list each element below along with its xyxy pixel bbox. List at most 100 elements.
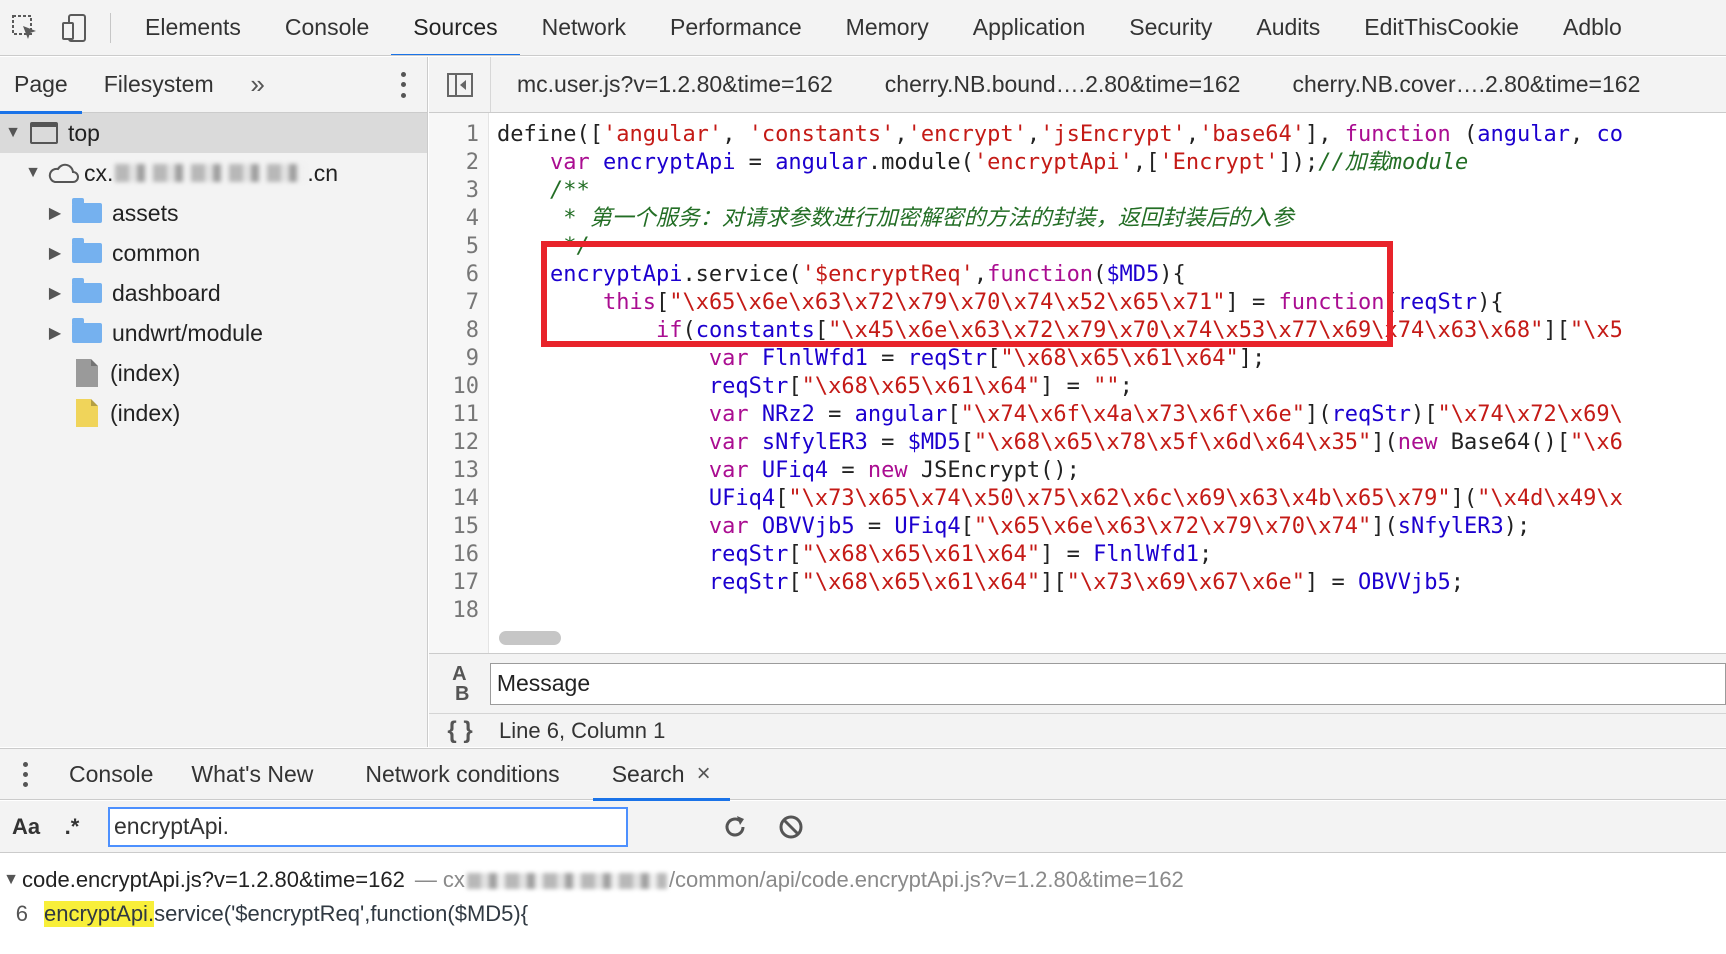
tab-console[interactable]: Console bbox=[263, 0, 391, 55]
folder-icon bbox=[72, 238, 102, 263]
editor-tab[interactable]: cherry.NB.bound….2.80&time=162 bbox=[859, 57, 1267, 112]
code-line: 12 var sNfylER3 = $MD5["\x68\x65\x78\x5f… bbox=[429, 429, 1623, 457]
tab-audits[interactable]: Audits bbox=[1234, 0, 1342, 55]
line-number: 14 bbox=[452, 486, 480, 511]
line-number: 6 bbox=[465, 262, 479, 287]
editor-status-bar: { } Line 6, Column 1 bbox=[429, 713, 1726, 747]
tree-item-folder[interactable]: ▶ common bbox=[0, 233, 427, 273]
tree-item-folder[interactable]: ▶ undwrt/module bbox=[0, 313, 427, 353]
tab-memory[interactable]: Memory bbox=[824, 0, 951, 55]
tree-item-label: assets bbox=[112, 199, 179, 226]
tab-performance[interactable]: Performance bbox=[648, 0, 824, 55]
result-line-number: 6 bbox=[15, 901, 28, 926]
code-line: 2 var encryptApi = angular.module('encry… bbox=[429, 149, 1469, 177]
more-tabs-icon[interactable]: » bbox=[238, 69, 278, 100]
refresh-icon[interactable] bbox=[720, 812, 750, 842]
folder-icon bbox=[72, 198, 102, 223]
tree-item-label: (index) bbox=[110, 399, 181, 426]
tab-network[interactable]: Network bbox=[520, 0, 648, 55]
result-file-path: — cx/common/api/code.encryptApi.js?v=1.2… bbox=[414, 867, 1184, 892]
annotation-highlight-box bbox=[541, 241, 1393, 347]
tab-page[interactable]: Page bbox=[0, 57, 82, 114]
tree-item-label: dashboard bbox=[112, 279, 221, 306]
editor-tab[interactable]: mc.user.js?v=1.2.80&time=162 bbox=[491, 57, 859, 112]
drawer-menu-icon[interactable] bbox=[0, 748, 50, 800]
tab-editthiscookie[interactable]: EditThisCookie bbox=[1342, 0, 1541, 55]
tree-item-label: (index) bbox=[110, 359, 181, 386]
tab-security[interactable]: Security bbox=[1107, 0, 1234, 55]
result-match-row[interactable]: 6 encryptApi. service('$encryptReq',func… bbox=[0, 894, 1726, 934]
tree-item-folder[interactable]: ▶ assets bbox=[0, 193, 427, 233]
result-file-row[interactable]: ▼ code.encryptApi.js?v=1.2.80&time=162 —… bbox=[0, 854, 1726, 894]
tree-item-domain[interactable]: ▼ cx. .cn bbox=[0, 153, 427, 193]
pretty-print-icon[interactable]: { } bbox=[429, 717, 491, 745]
document-file-icon bbox=[76, 359, 98, 387]
tree-item-label: top bbox=[68, 119, 100, 146]
expand-triangle-icon[interactable]: ▼ bbox=[0, 871, 22, 889]
line-number: 9 bbox=[465, 346, 479, 371]
line-number: 11 bbox=[452, 402, 480, 427]
device-toggle-icon[interactable] bbox=[50, 0, 100, 55]
line-number: 8 bbox=[465, 318, 479, 343]
source-editor: mc.user.js?v=1.2.80&time=162 cherry.NB.b… bbox=[429, 57, 1726, 747]
tree-item-folder[interactable]: ▶ dashboard bbox=[0, 273, 427, 313]
tree-item-label: .cn bbox=[307, 159, 339, 186]
tree-item-file[interactable]: (index) bbox=[0, 353, 427, 393]
tree-item-label: cx. bbox=[84, 159, 114, 186]
message-input[interactable]: Message bbox=[489, 662, 1726, 705]
drawer-tab-network-conditions[interactable]: Network conditions bbox=[346, 748, 578, 800]
code-view[interactable]: 1 define(['angular', 'constants','encrypt… bbox=[429, 113, 1726, 653]
collapse-triangle-icon[interactable]: ▶ bbox=[44, 203, 66, 223]
result-match-text: service('$encryptReq',function($MD5){ bbox=[154, 901, 529, 926]
text-replace-icon[interactable]: A B bbox=[429, 664, 490, 704]
expand-triangle-icon[interactable]: ▼ bbox=[22, 164, 44, 182]
drawer-tab-console[interactable]: Console bbox=[50, 748, 172, 800]
match-case-toggle[interactable]: Aa bbox=[0, 814, 52, 840]
tree-item-file[interactable]: (index) bbox=[0, 393, 427, 433]
line-number: 15 bbox=[452, 514, 480, 539]
code-line: 9 var FlnlWfd1 = reqStr["\x68\x65\x61\x6… bbox=[429, 345, 1266, 373]
inspect-element-icon[interactable] bbox=[0, 0, 50, 55]
tree-item-label: undwrt/module bbox=[112, 319, 263, 346]
tab-filesystem[interactable]: Filesystem bbox=[90, 57, 228, 113]
code-line: 15 var OBVVjb5 = UFiq4["\x65\x6e\x63\x72… bbox=[429, 513, 1531, 541]
collapse-triangle-icon[interactable]: ▶ bbox=[44, 323, 66, 343]
regex-toggle[interactable]: .* bbox=[52, 814, 92, 840]
tab-sources[interactable]: Sources bbox=[391, 0, 521, 55]
toggle-navigator-icon[interactable] bbox=[429, 57, 491, 112]
line-number: 1 bbox=[465, 122, 479, 147]
tab-elements[interactable]: Elements bbox=[123, 0, 263, 55]
line-number: 2 bbox=[465, 150, 479, 175]
tree-item-label: common bbox=[112, 239, 201, 266]
result-match-highlight: encryptApi. bbox=[44, 901, 155, 927]
code-line: 4 * 第一个服务：对请求参数进行加密解密的方法的封装，返回封装后的入参 bbox=[429, 205, 1294, 233]
expand-triangle-icon[interactable]: ▼ bbox=[2, 124, 24, 142]
devtools-toolbar: Elements Console Sources Network Perform… bbox=[0, 0, 1726, 56]
script-file-icon bbox=[76, 399, 98, 427]
toolbar-divider bbox=[110, 12, 111, 43]
clear-search-icon[interactable] bbox=[776, 812, 806, 842]
code-line: 16 reqStr["\x68\x65\x61\x64"] = FlnlWfd1… bbox=[429, 541, 1213, 569]
collapse-triangle-icon[interactable]: ▶ bbox=[44, 283, 66, 303]
cloud-icon bbox=[46, 161, 80, 185]
drawer-tab-search[interactable]: Search × bbox=[592, 748, 730, 801]
editor-tab[interactable]: cherry.NB.cover….2.80&time=162 bbox=[1266, 57, 1666, 112]
tree-item-top[interactable]: ▼ top bbox=[0, 113, 427, 153]
code-line: 18 bbox=[429, 597, 497, 625]
message-row: A B Message bbox=[429, 653, 1726, 713]
tab-application[interactable]: Application bbox=[951, 0, 1108, 55]
file-tree: ▼ top ▼ cx. .cn ▶ assets ▶ common ▶ dash… bbox=[0, 113, 427, 433]
line-number: 10 bbox=[452, 374, 480, 399]
line-number: 18 bbox=[452, 598, 480, 623]
navigator-menu-icon[interactable] bbox=[399, 69, 407, 101]
line-number: 13 bbox=[452, 458, 480, 483]
tab-adblock[interactable]: Adblo bbox=[1541, 0, 1644, 55]
close-icon[interactable]: × bbox=[697, 760, 711, 788]
drawer-tab-whats-new[interactable]: What's New bbox=[172, 748, 332, 800]
search-input[interactable]: encryptApi. bbox=[108, 806, 628, 847]
drawer-tab-label: Search bbox=[611, 760, 685, 787]
collapse-triangle-icon[interactable]: ▶ bbox=[44, 243, 66, 263]
code-line: 3 /** bbox=[429, 177, 590, 205]
line-number: 12 bbox=[452, 430, 480, 455]
horizontal-scrollbar[interactable] bbox=[499, 631, 561, 645]
